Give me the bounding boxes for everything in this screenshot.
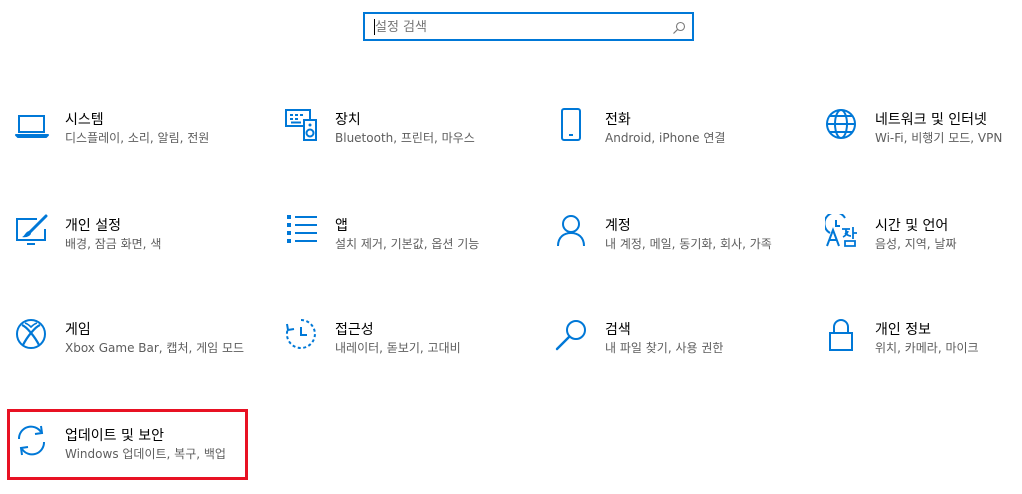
tile-description: Xbox Game Bar, 캡처, 게임 모드 xyxy=(65,341,245,355)
phone-icon xyxy=(555,108,589,142)
personalization-icon xyxy=(15,214,49,248)
tile-accounts[interactable]: 계정 내 계정, 메일, 동기화, 회사, 가족 xyxy=(555,214,795,284)
globe-icon xyxy=(825,108,859,142)
time-language-icon xyxy=(825,214,859,248)
laptop-icon xyxy=(15,108,49,142)
tile-title: 시간 및 언어 xyxy=(875,218,949,234)
tile-title: 네트워크 및 인터넷 xyxy=(875,112,987,128)
tile-description: 설치 제거, 기본값, 옵션 기능 xyxy=(335,237,480,251)
tile-description: 위치, 카메라, 마이크 xyxy=(875,341,979,355)
tile-phone[interactable]: 전화 Android, iPhone 연결 xyxy=(555,108,795,178)
apps-icon xyxy=(285,214,319,248)
tile-apps[interactable]: 앱 설치 제거, 기본값, 옵션 기능 xyxy=(285,214,525,284)
tile-personalization[interactable]: 개인 설정 배경, 잠금 화면, 색 xyxy=(15,214,255,284)
selection-highlight xyxy=(7,409,248,480)
tile-description: 내레이터, 돋보기, 고대비 xyxy=(335,341,461,355)
tile-description: 배경, 잠금 화면, 색 xyxy=(65,237,162,251)
tile-description: 음성, 지역, 날짜 xyxy=(875,237,957,251)
tile-title: 개인 정보 xyxy=(875,322,931,338)
tile-title: 시스템 xyxy=(65,112,104,128)
settings-search-box[interactable] xyxy=(363,12,694,41)
devices-icon xyxy=(285,108,319,142)
tile-title: 접근성 xyxy=(335,322,374,338)
tile-system[interactable]: 시스템 디스플레이, 소리, 알림, 전원 xyxy=(15,108,255,178)
tile-ease-of-access[interactable]: 접근성 내레이터, 돋보기, 고대비 xyxy=(285,318,525,388)
tile-title: 계정 xyxy=(605,218,631,234)
tile-description: 디스플레이, 소리, 알림, 전원 xyxy=(65,131,210,145)
search-input[interactable] xyxy=(375,18,665,36)
tile-description: Wi-Fi, 비행기 모드, VPN xyxy=(875,131,1003,145)
tile-description: Bluetooth, 프린터, 마우스 xyxy=(335,131,475,145)
tile-time-language[interactable]: 시간 및 언어 음성, 지역, 날짜 xyxy=(825,214,1022,284)
tile-description: Android, iPhone 연결 xyxy=(605,131,726,145)
ease-of-access-icon xyxy=(285,318,319,352)
tile-description: 내 계정, 메일, 동기화, 회사, 가족 xyxy=(605,237,772,251)
tile-title: 장치 xyxy=(335,112,361,128)
tile-title: 게임 xyxy=(65,322,91,338)
tile-devices[interactable]: 장치 Bluetooth, 프린터, 마우스 xyxy=(285,108,525,178)
xbox-icon xyxy=(15,318,49,352)
tile-title: 검색 xyxy=(605,322,631,338)
tile-title: 앱 xyxy=(335,218,348,234)
search-icon xyxy=(555,318,589,352)
tile-search[interactable]: 검색 내 파일 찾기, 사용 권한 xyxy=(555,318,795,388)
person-icon xyxy=(555,214,589,248)
tile-network[interactable]: 네트워크 및 인터넷 Wi-Fi, 비행기 모드, VPN xyxy=(825,108,1022,178)
tile-privacy[interactable]: 개인 정보 위치, 카메라, 마이크 xyxy=(825,318,1022,388)
tile-description: 내 파일 찾기, 사용 권한 xyxy=(605,341,724,355)
lock-icon xyxy=(825,318,859,352)
tile-title: 개인 설정 xyxy=(65,218,121,234)
search-icon[interactable] xyxy=(672,20,686,34)
text-caret xyxy=(374,19,375,35)
tile-gaming[interactable]: 게임 Xbox Game Bar, 캡처, 게임 모드 xyxy=(15,318,255,388)
tile-title: 전화 xyxy=(605,112,631,128)
